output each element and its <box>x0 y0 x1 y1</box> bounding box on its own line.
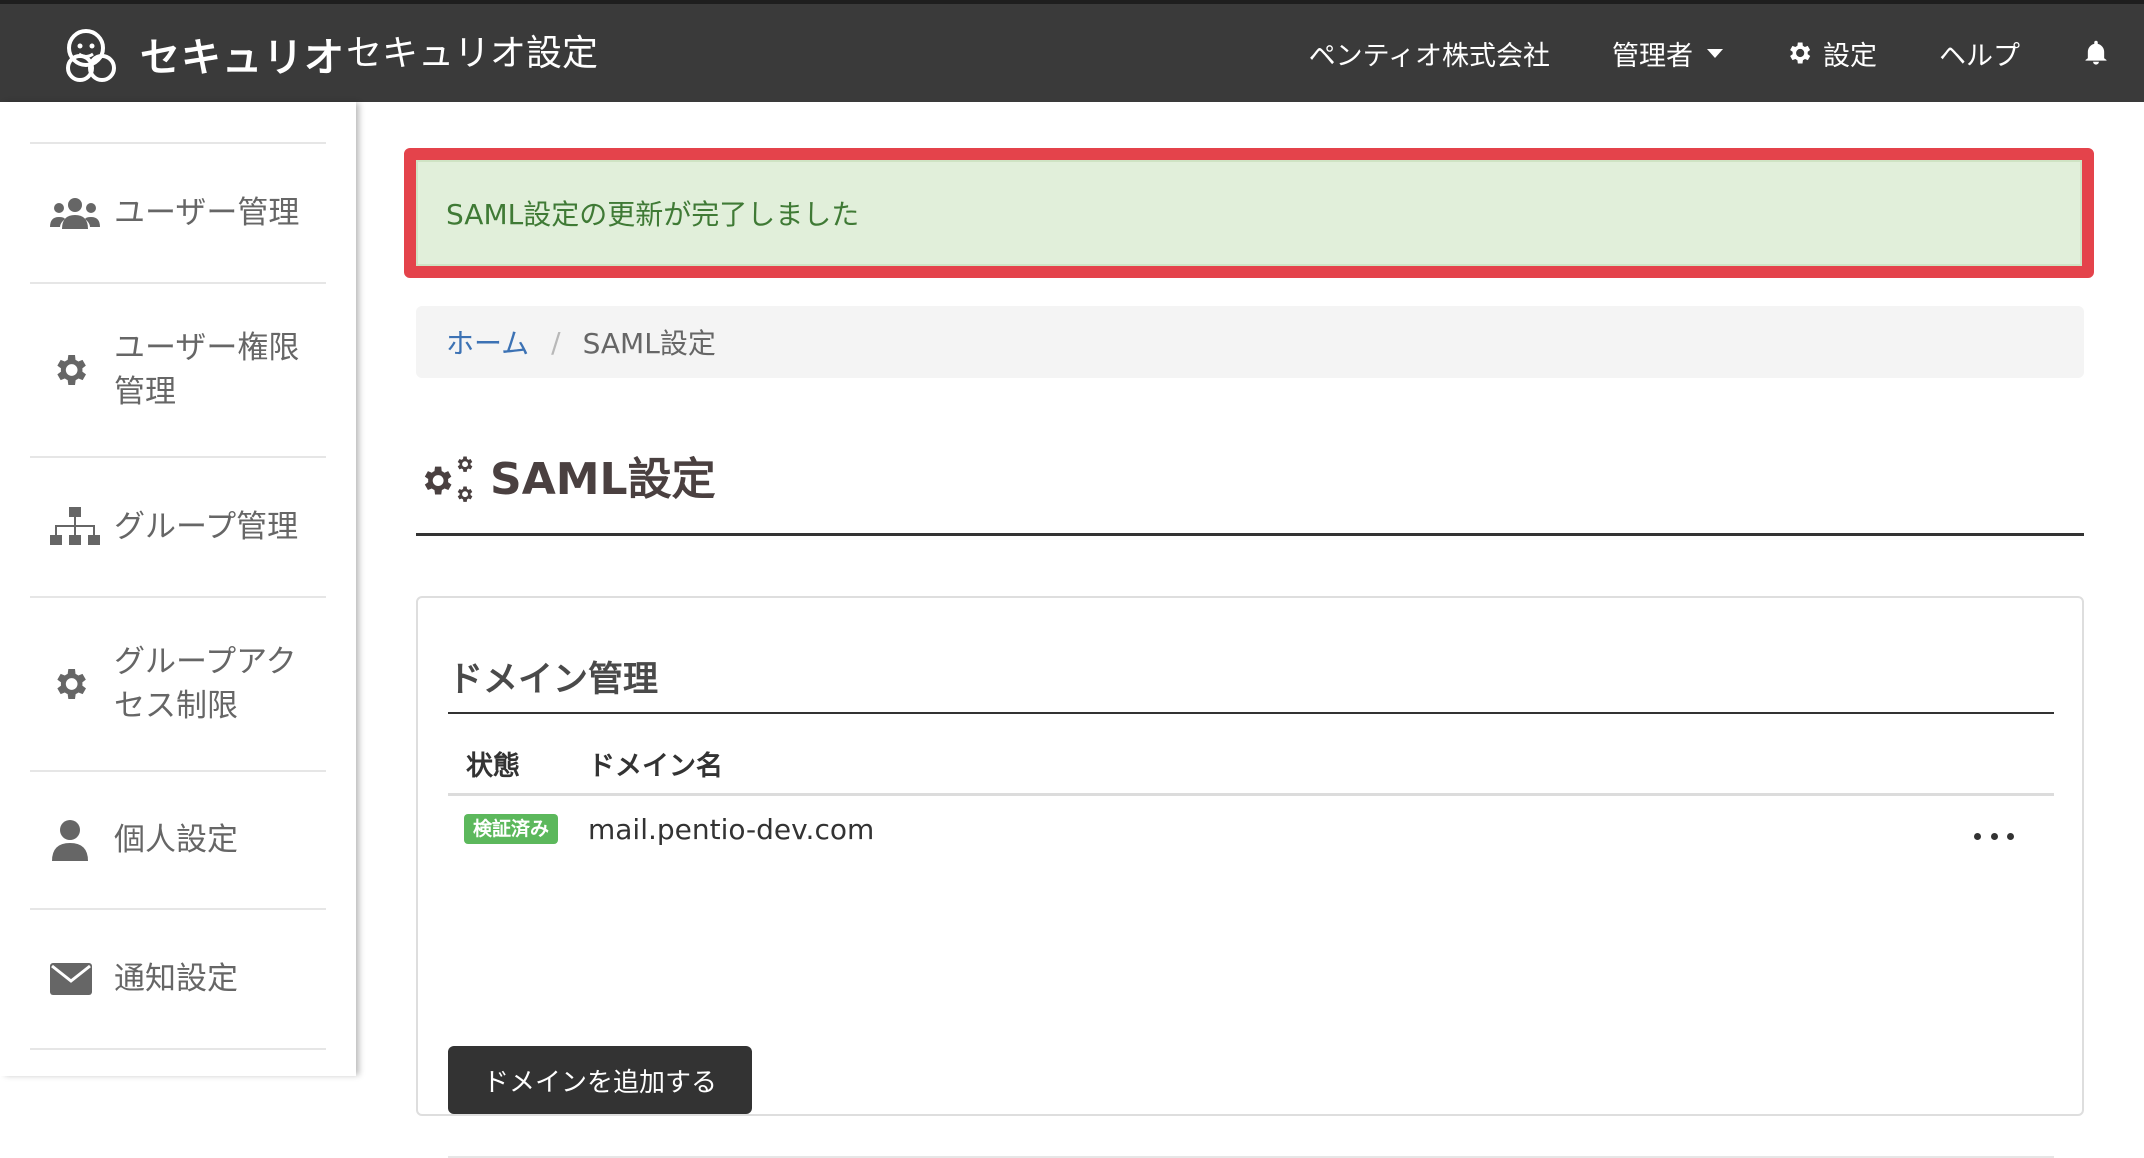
company-name[interactable]: ペンティオ株式会社 <box>1309 34 1550 73</box>
sidebar-item-label: グループ管理 <box>114 509 299 545</box>
main-content: SAML設定の更新が完了しました ホーム / SAML設定 SAML設定 ドメイ… <box>356 102 2144 1158</box>
add-domain-button[interactable]: ドメインを追加する <box>448 1046 752 1114</box>
gear-icon <box>50 350 104 390</box>
sidebar-menu: ユーザー管理 ユーザー権限 管理 グループ管理 グループアク セス制限 個人設定… <box>30 142 326 1050</box>
envelope-icon <box>50 959 104 999</box>
status-cell: 検証済み <box>448 814 588 844</box>
sidebar-item-label: 通知設定 <box>114 961 238 997</box>
row-actions-more-icon[interactable] <box>1974 826 2014 846</box>
sidebar-item-label: ユーザー管理 <box>114 195 300 231</box>
brand-logo[interactable]: セキュリオ <box>60 22 345 86</box>
breadcrumb-current: SAML設定 <box>582 327 716 360</box>
nav-right: ペンティオ株式会社 管理者 設定 ヘルプ <box>1309 4 2110 102</box>
user-menu-dropdown[interactable]: 管理者 <box>1612 34 1723 73</box>
table-row: 検証済み mail.pentio-dev.com <box>448 796 2054 862</box>
logo-mascot-icon <box>66 29 116 82</box>
success-alert: SAML設定の更新が完了しました <box>416 160 2082 266</box>
domain-name-cell: mail.pentio-dev.com <box>588 812 875 846</box>
sidebar-item-label: ユーザー権限 管理 <box>114 330 300 410</box>
bell-icon <box>2085 40 2107 65</box>
column-header-status: 状態 <box>466 751 520 782</box>
settings-link[interactable]: 設定 <box>1785 34 1877 73</box>
help-link[interactable]: ヘルプ <box>1939 34 2020 73</box>
sidebar: ユーザー管理 ユーザー権限 管理 グループ管理 グループアク セス制限 個人設定… <box>0 102 356 1076</box>
user-menu-label: 管理者 <box>1612 40 1693 72</box>
app-title: セキュリオ設定 <box>346 33 599 74</box>
domain-management-card: ドメイン管理 状態 ドメイン名 検証済み mail.pentio-dev.com… <box>416 596 2084 1158</box>
sidebar-item-personal-settings[interactable]: 個人設定 <box>30 772 326 910</box>
settings-label: 設定 <box>1823 40 1877 72</box>
gear-icon <box>1790 42 1811 64</box>
sidebar-item-label: グループアク セス制限 <box>114 644 297 724</box>
user-icon <box>50 820 104 861</box>
breadcrumb-separator: / <box>551 325 561 359</box>
sidebar-item-group-management[interactable]: グループ管理 <box>30 458 326 598</box>
page-title: SAML設定 <box>490 454 716 505</box>
status-badge: 検証済み <box>464 814 559 844</box>
breadcrumb: ホーム / SAML設定 <box>416 306 2084 378</box>
sidebar-item-label: 個人設定 <box>114 822 238 858</box>
alert-message: SAML設定の更新が完了しました <box>446 198 860 231</box>
sitemap-icon <box>50 507 104 547</box>
gears-icon <box>424 456 473 502</box>
gear-icon <box>50 664 104 704</box>
domain-table: 状態 ドメイン名 検証済み mail.pentio-dev.com <box>448 734 2054 862</box>
brand-name: セキュリオ <box>140 35 345 81</box>
breadcrumb-home-link[interactable]: ホーム <box>446 322 529 362</box>
caret-down-icon <box>1707 48 1723 58</box>
table-header: 状態 ドメイン名 <box>448 734 2054 796</box>
sidebar-item-group-access-restriction[interactable]: グループアク セス制限 <box>30 598 326 772</box>
column-header-domain: ドメイン名 <box>588 751 723 782</box>
section-title: ドメイン管理 <box>448 658 2054 714</box>
notifications-button[interactable] <box>2082 39 2110 67</box>
top-navbar: セキュリオ セキュリオ設定 ペンティオ株式会社 管理者 設定 ヘルプ <box>0 0 2144 102</box>
page-heading: SAML設定 <box>416 454 2084 536</box>
success-alert-highlight: SAML設定の更新が完了しました <box>404 148 2094 278</box>
sidebar-item-user-permissions[interactable]: ユーザー権限 管理 <box>30 284 326 458</box>
sidebar-item-notification-settings[interactable]: 通知設定 <box>30 910 326 1050</box>
sidebar-item-user-management[interactable]: ユーザー管理 <box>30 144 326 284</box>
users-icon <box>50 193 104 233</box>
